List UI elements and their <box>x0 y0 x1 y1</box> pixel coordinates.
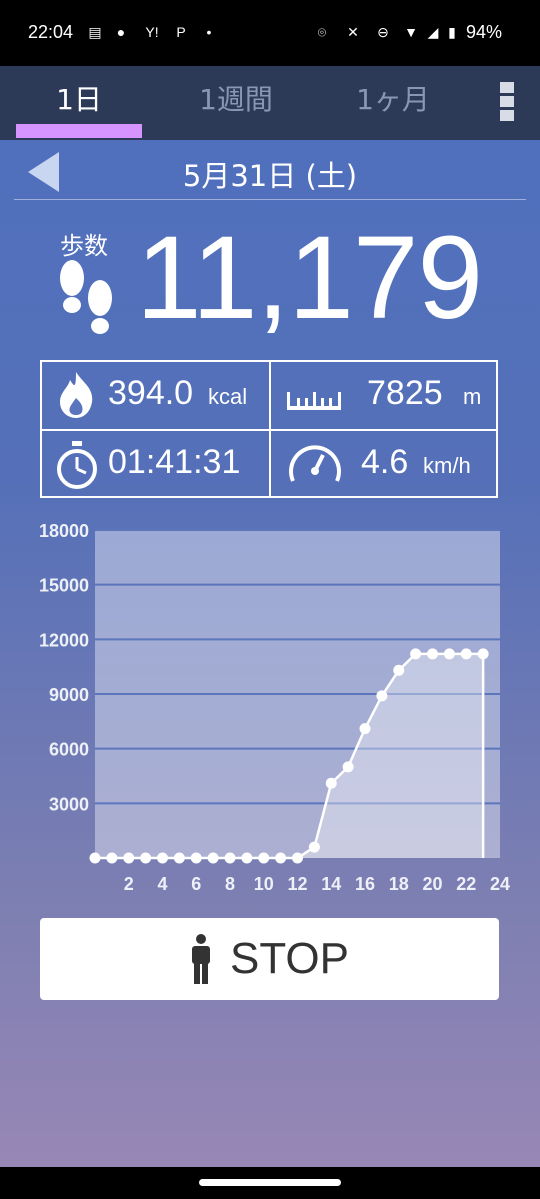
data-point <box>427 648 438 660</box>
data-point <box>477 648 489 660</box>
paypay-icon: P <box>176 24 186 40</box>
data-point <box>190 852 202 864</box>
time-value: 01:41:31 <box>108 443 241 481</box>
hourly-steps-chart: 1800015000120009000600030002 4 6 8 10 12 14 16 1… <box>39 521 510 894</box>
x-tick-label: 22 <box>456 874 476 894</box>
wifi-icon: ▼ <box>404 24 418 40</box>
data-point <box>410 648 422 660</box>
speed-unit: km/h <box>423 453 471 478</box>
data-point <box>359 723 371 735</box>
date-label: 5月31日 (土) <box>182 159 358 193</box>
tab-day[interactable]: 1日 <box>4 78 154 118</box>
stats-grid: 394.0 kcal 7825 m 01:41:31 4.6 km/h <box>40 360 498 498</box>
distance-value: 7825 <box>367 374 443 412</box>
y-tick-label: 15000 <box>39 576 89 596</box>
data-point <box>393 664 405 676</box>
data-point <box>224 852 236 864</box>
data-point <box>292 852 303 864</box>
data-point <box>258 852 270 864</box>
x-tick-label: 24 <box>490 874 510 894</box>
speed-value: 4.6 <box>361 443 409 481</box>
data-point <box>241 852 253 864</box>
data-point <box>140 852 152 864</box>
calories-cell: 394.0 kcal <box>42 362 268 429</box>
line-icon: ● <box>116 24 126 40</box>
status-bar: 22:04 ▤ ● Y! P • ⌾ ✕ ⊖ ▼ ◢ ▮ 94% <box>0 0 540 66</box>
stop-button-label: STOP <box>229 934 349 983</box>
x-tick-label: 20 <box>422 874 442 894</box>
signal-icon: ◢ <box>427 24 439 40</box>
distance-unit: m <box>463 384 482 409</box>
y-tick-label: 12000 <box>39 630 89 650</box>
y-tick-label: 6000 <box>49 740 89 760</box>
steps-label: 歩数 <box>60 232 108 260</box>
data-point <box>275 852 287 864</box>
calories-unit: kcal <box>208 384 248 409</box>
x-tick-label: 16 <box>355 874 375 894</box>
date-row: 5月31日 (土) <box>0 145 540 201</box>
battery-level: 94% <box>465 22 502 42</box>
data-point <box>443 648 455 660</box>
ruler-icon <box>287 392 341 410</box>
walking-person-icon <box>191 934 210 984</box>
dnd-icon: ⊖ <box>377 24 389 40</box>
data-point <box>173 852 185 864</box>
data-point <box>308 841 320 853</box>
speed-cell: 4.6 km/h <box>271 431 497 498</box>
x-tick-label: 14 <box>321 874 341 894</box>
calendar-icon: ▤ <box>88 24 102 40</box>
footprints-icon <box>60 260 112 334</box>
x-tick-label: 6 <box>191 874 201 894</box>
data-point <box>325 777 337 789</box>
data-point <box>207 852 219 864</box>
x-tick-label: 8 <box>225 874 235 894</box>
status-time: 22:04 <box>28 22 74 42</box>
y-tick-label: 9000 <box>49 685 89 705</box>
dot-icon: • <box>206 24 212 40</box>
flame-icon <box>60 372 93 418</box>
calories-value: 394.0 <box>108 374 194 412</box>
y-tick-label: 18000 <box>39 521 89 541</box>
data-point <box>460 648 472 660</box>
distance-cell: 7825 m <box>271 362 497 429</box>
location-icon: ⌾ <box>317 24 327 40</box>
x-tick-label: 18 <box>389 874 409 894</box>
time-cell: 01:41:31 <box>42 431 268 498</box>
stopwatch-icon <box>57 441 97 489</box>
mute-icon: ✕ <box>347 24 359 40</box>
x-tick-label: 4 <box>157 874 167 894</box>
x-tick-label: 12 <box>287 874 307 894</box>
data-point <box>376 690 388 702</box>
tab-month[interactable]: 1ヶ月 <box>318 78 468 118</box>
yahoo-icon: Y! <box>145 24 159 40</box>
data-point <box>89 852 101 864</box>
battery-icon: ▮ <box>448 24 456 40</box>
active-tab-indicator <box>16 124 142 138</box>
data-point <box>342 761 354 773</box>
data-point <box>157 852 168 864</box>
stop-button[interactable]: STOP <box>40 918 499 1000</box>
data-point <box>106 852 118 864</box>
x-tick-label: 2 <box>124 874 134 894</box>
speedometer-icon <box>289 445 341 482</box>
steps-count: 11,179 <box>136 212 483 344</box>
more-menu-icon[interactable] <box>500 82 514 124</box>
data-point <box>123 852 135 864</box>
home-gesture-handle[interactable] <box>199 1179 341 1186</box>
tab-week[interactable]: 1週間 <box>161 78 311 118</box>
y-tick-label: 3000 <box>49 794 89 814</box>
x-tick-label: 10 <box>254 874 274 894</box>
